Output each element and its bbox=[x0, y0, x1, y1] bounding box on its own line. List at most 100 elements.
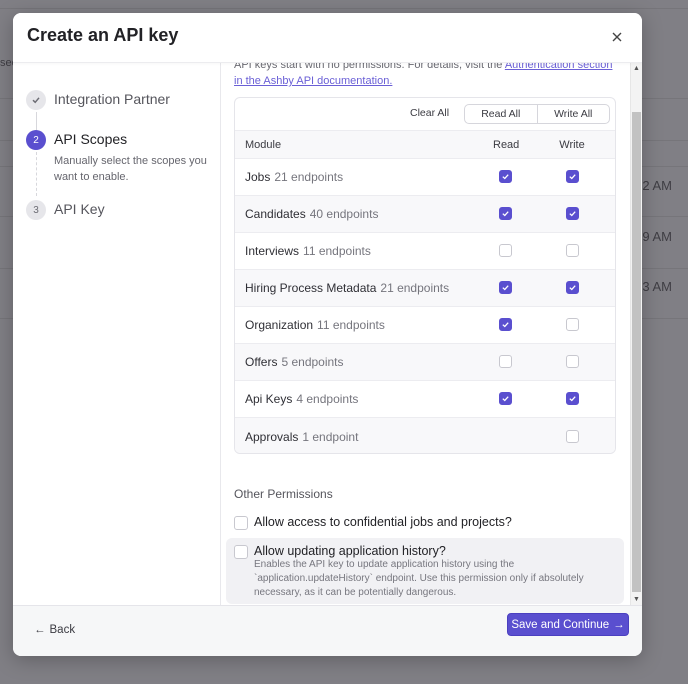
module-name: Offers bbox=[245, 355, 278, 369]
scroll-up-arrow-icon[interactable]: ▲ bbox=[633, 65, 640, 72]
save-and-continue-button[interactable]: Save and Continue → bbox=[507, 613, 629, 636]
modal-header: Create an API key bbox=[13, 13, 642, 63]
endpoint-count: 5 endpoints bbox=[281, 355, 344, 369]
read-cell bbox=[493, 242, 517, 260]
read-checkbox[interactable] bbox=[498, 207, 512, 221]
write-all-button[interactable]: Write All bbox=[536, 105, 610, 123]
write-checkbox[interactable] bbox=[565, 281, 579, 295]
save-label: Save and Continue bbox=[511, 618, 610, 631]
clear-all-button[interactable]: Clear All bbox=[410, 107, 449, 119]
write-cell bbox=[559, 390, 585, 408]
endpoint-count: 11 endpoints bbox=[303, 244, 371, 258]
module-cell: Candidates 40 endpoints bbox=[245, 207, 378, 221]
write-cell bbox=[559, 279, 585, 297]
read-checkbox[interactable] bbox=[498, 318, 512, 332]
step-number: 2 bbox=[26, 130, 46, 150]
step-label: Integration Partner bbox=[54, 91, 170, 107]
endpoint-count: 40 endpoints bbox=[309, 207, 379, 221]
read-cell bbox=[493, 205, 517, 223]
write-cell bbox=[559, 353, 585, 371]
table-row: Approvals 1 endpoint bbox=[235, 418, 615, 453]
permission-label: Allow updating application history? bbox=[254, 544, 446, 558]
read-checkbox[interactable] bbox=[498, 281, 512, 295]
module-cell: Jobs 21 endpoints bbox=[245, 170, 343, 184]
step-number: 3 bbox=[26, 200, 46, 220]
table-row: Jobs 21 endpoints bbox=[235, 159, 615, 196]
step-completed-check-icon bbox=[26, 90, 46, 110]
write-checkbox[interactable] bbox=[565, 392, 579, 406]
table-row: Offers 5 endpoints bbox=[235, 344, 615, 381]
read-cell bbox=[493, 353, 517, 371]
module-name: Interviews bbox=[245, 244, 300, 258]
permission-label: Allow access to confidential jobs and pr… bbox=[254, 515, 512, 529]
table-row: Organization 11 endpoints bbox=[235, 307, 615, 344]
modal-footer: ← Back Save and Continue → bbox=[13, 605, 642, 656]
endpoint-count: 11 endpoints bbox=[317, 318, 385, 332]
intro-text-body: API keys start with no permissions. For … bbox=[234, 63, 505, 71]
module-name: Hiring Process Metadata bbox=[245, 281, 377, 295]
update-history-permission-box: Allow updating application history? Enab… bbox=[226, 538, 624, 604]
module-cell: Interviews 11 endpoints bbox=[245, 244, 371, 258]
module-name: Jobs bbox=[245, 170, 271, 184]
table-row: Api Keys 4 endpoints bbox=[235, 381, 615, 418]
scopes-toolbar: Clear All Read All Write All bbox=[235, 98, 615, 131]
module-cell: Api Keys 4 endpoints bbox=[245, 392, 358, 406]
module-name: Api Keys bbox=[245, 392, 293, 406]
read-cell bbox=[493, 316, 517, 334]
close-icon bbox=[612, 32, 622, 42]
write-checkbox[interactable] bbox=[565, 207, 579, 221]
intro-text: API keys start with no permissions. For … bbox=[234, 63, 614, 89]
step-label: API Key bbox=[54, 201, 105, 217]
read-checkbox[interactable] bbox=[498, 244, 512, 258]
permission-description: Enables the API key to update applicatio… bbox=[254, 559, 584, 598]
table-header: Module Read Write bbox=[235, 131, 615, 159]
write-checkbox[interactable] bbox=[565, 244, 579, 258]
other-permissions-title: Other Permissions bbox=[234, 487, 333, 501]
endpoint-count: 1 endpoint bbox=[302, 429, 359, 444]
endpoint-count: 4 endpoints bbox=[296, 392, 359, 406]
confidential-access-checkbox[interactable] bbox=[234, 516, 248, 530]
header-read: Read bbox=[493, 138, 520, 151]
arrow-right-icon: → bbox=[613, 618, 625, 631]
write-checkbox[interactable] bbox=[565, 318, 579, 332]
content-scrollbar[interactable]: ▲ ▼ bbox=[630, 63, 642, 605]
write-cell bbox=[559, 242, 585, 260]
module-cell: Organization 11 endpoints bbox=[245, 318, 385, 332]
scroll-down-arrow-icon[interactable]: ▼ bbox=[633, 596, 640, 603]
read-cell bbox=[493, 279, 517, 297]
create-api-key-modal: Create an API key Integration Partner 2 … bbox=[13, 13, 642, 656]
read-checkbox[interactable] bbox=[498, 355, 512, 369]
write-cell bbox=[559, 428, 585, 446]
stepper-sidebar: Integration Partner 2 API Scopes Manuall… bbox=[13, 63, 221, 605]
header-module: Module bbox=[245, 138, 282, 151]
module-name: Candidates bbox=[245, 207, 306, 221]
table-row: Candidates 40 endpoints bbox=[235, 196, 615, 233]
module-name: Organization bbox=[245, 318, 314, 332]
endpoint-count: 21 endpoints bbox=[380, 281, 450, 295]
write-checkbox[interactable] bbox=[565, 170, 579, 184]
back-button[interactable]: ← Back bbox=[34, 624, 75, 636]
module-cell: Approvals 1 endpoint bbox=[245, 430, 358, 444]
scrollbar-thumb[interactable] bbox=[632, 112, 641, 592]
read-checkbox[interactable] bbox=[498, 392, 512, 406]
arrow-left-icon: ← bbox=[34, 624, 46, 636]
step-connector bbox=[36, 152, 37, 196]
update-history-checkbox[interactable] bbox=[234, 545, 248, 559]
table-row: Interviews 11 endpoints bbox=[235, 233, 615, 270]
bulk-select-group: Read All Write All bbox=[464, 104, 610, 124]
close-button[interactable] bbox=[610, 30, 624, 44]
write-checkbox[interactable] bbox=[565, 429, 579, 443]
header-write: Write bbox=[559, 138, 585, 151]
read-cell bbox=[493, 390, 517, 408]
read-all-button[interactable]: Read All bbox=[465, 105, 537, 123]
read-cell bbox=[493, 168, 517, 186]
module-name: Approvals bbox=[245, 429, 299, 444]
modal-title: Create an API key bbox=[27, 25, 179, 45]
write-cell bbox=[559, 316, 585, 334]
table-row: Hiring Process Metadata 21 endpoints bbox=[235, 270, 615, 307]
endpoint-count: 21 endpoints bbox=[274, 170, 344, 184]
read-checkbox[interactable] bbox=[498, 170, 512, 184]
write-checkbox[interactable] bbox=[565, 355, 579, 369]
scopes-content: API keys start with no permissions. For … bbox=[222, 63, 630, 605]
back-label: Back bbox=[49, 624, 76, 636]
